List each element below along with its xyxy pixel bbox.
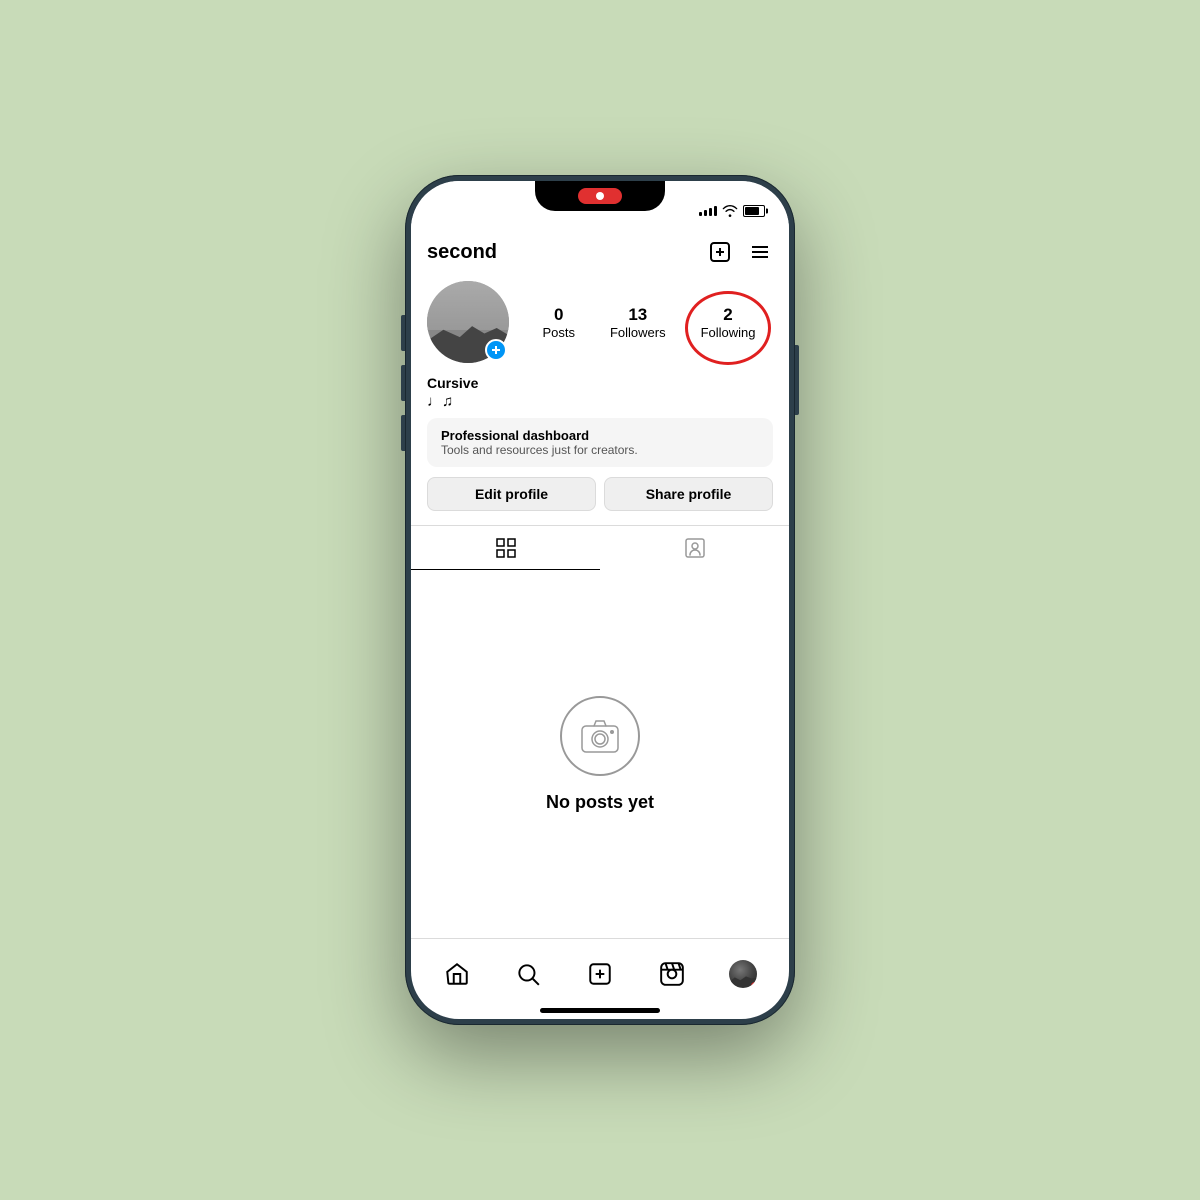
- grid-icon: [494, 536, 518, 560]
- signal-icon: [699, 206, 717, 216]
- tagged-tab[interactable]: [600, 526, 789, 570]
- profile-name: Cursive: [427, 375, 773, 391]
- status-bar: [411, 181, 789, 231]
- edit-profile-button[interactable]: Edit profile: [427, 477, 596, 511]
- search-icon: [515, 961, 541, 987]
- action-buttons: Edit profile Share profile: [427, 477, 773, 511]
- pro-dashboard-subtitle: Tools and resources just for creators.: [441, 443, 759, 457]
- camera-circle: [560, 696, 640, 776]
- notch: [535, 181, 665, 211]
- profile-nav-item[interactable]: [722, 953, 764, 995]
- person-tag-icon: [683, 536, 707, 560]
- app-content: second: [411, 231, 789, 1019]
- stats-row: 0 Posts 13 Followers 2 Following: [525, 305, 773, 340]
- home-indicator: [540, 1008, 660, 1013]
- add-post-button[interactable]: [707, 239, 733, 265]
- bottom-nav: [411, 938, 789, 1008]
- top-nav: second: [411, 231, 789, 273]
- following-count: 2: [723, 305, 732, 325]
- username-label: second: [427, 241, 497, 264]
- posts-stat[interactable]: 0 Posts: [542, 305, 575, 340]
- content-tabs: [411, 525, 789, 570]
- pro-dashboard-title: Professional dashboard: [441, 428, 759, 443]
- add-nav-item[interactable]: [579, 953, 621, 995]
- posts-label: Posts: [542, 325, 575, 340]
- avatar-wrapper[interactable]: [427, 281, 509, 363]
- profile-avatar-small: [729, 960, 757, 988]
- search-nav-item[interactable]: [507, 953, 549, 995]
- followers-count: 13: [628, 305, 647, 325]
- posts-count: 0: [554, 305, 563, 325]
- posts-area: No posts yet: [411, 570, 789, 938]
- reels-nav-item[interactable]: [651, 953, 693, 995]
- camera-icon: [580, 718, 620, 754]
- plus-square-nav-icon: [587, 961, 613, 987]
- menu-button[interactable]: [747, 239, 773, 265]
- phone-screen: second: [411, 181, 789, 1019]
- battery-icon: [743, 205, 765, 217]
- add-story-button[interactable]: [485, 339, 507, 361]
- status-right: [699, 205, 765, 217]
- pro-dashboard[interactable]: Professional dashboard Tools and resourc…: [427, 418, 773, 467]
- profile-section: 0 Posts 13 Followers 2 Following: [411, 273, 789, 525]
- reels-icon: [659, 961, 685, 987]
- wifi-icon: [722, 205, 738, 217]
- home-icon: [444, 961, 470, 987]
- profile-row: 0 Posts 13 Followers 2 Following: [427, 281, 773, 363]
- home-nav-item[interactable]: [436, 953, 478, 995]
- followers-label: Followers: [610, 325, 666, 340]
- share-profile-button[interactable]: Share profile: [604, 477, 773, 511]
- followers-stat[interactable]: 13 Followers: [610, 305, 666, 340]
- page-background: second: [0, 0, 1200, 1200]
- record-indicator: [578, 188, 622, 204]
- nav-icons: [707, 239, 773, 265]
- following-label: Following: [701, 325, 756, 340]
- following-stat[interactable]: 2 Following: [701, 305, 756, 340]
- record-dot: [596, 192, 604, 200]
- phone-frame: second: [405, 175, 795, 1025]
- no-posts-text: No posts yet: [546, 792, 654, 813]
- grid-tab[interactable]: [411, 526, 600, 570]
- profile-bio: ♩♫: [427, 393, 773, 410]
